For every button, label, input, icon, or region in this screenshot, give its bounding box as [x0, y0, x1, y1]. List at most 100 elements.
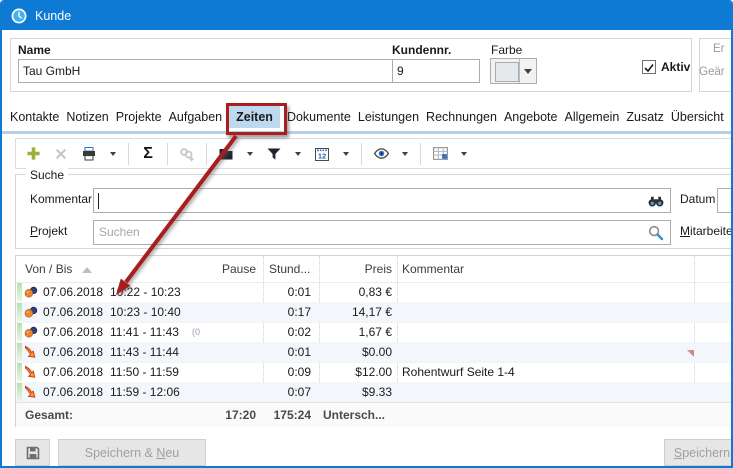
- tab-allgemein[interactable]: Allgemein: [564, 106, 619, 128]
- timer-entry-icon: [24, 285, 38, 299]
- timer-entry-icon: [24, 325, 38, 339]
- kundennr-input[interactable]: [392, 59, 480, 83]
- totals-row: Gesamt: 17:20 175:24 Untersch...: [16, 402, 732, 427]
- add-link-button[interactable]: [178, 145, 196, 163]
- aktiv-label: Aktiv: [661, 60, 690, 74]
- projekt-placeholder: Suchen: [99, 225, 140, 239]
- farbe-label: Farbe: [491, 43, 522, 57]
- timer-entry-icon: [24, 305, 38, 319]
- projekt-search-input[interactable]: Suchen: [93, 220, 671, 245]
- text-caret: [98, 193, 99, 209]
- eye-icon: [373, 145, 390, 162]
- row-status-strip: [17, 323, 22, 341]
- preis-total: Untersch...: [323, 408, 385, 422]
- printer-icon: [81, 146, 97, 162]
- farbe-color-picker[interactable]: [490, 58, 537, 84]
- table-row[interactable]: 07.06.2018 10:23 - 10:40 0:17 14,17 €: [16, 302, 732, 323]
- table-row[interactable]: 07.06.2018 11:59 - 12:06 0:07 $9.33: [16, 382, 732, 403]
- aktiv-checkbox[interactable]: [642, 60, 656, 74]
- kunde-window: Kunde Name Kundennr. Farbe Aktiv Er Geär…: [0, 0, 733, 468]
- grid-layout-dropdown[interactable]: [459, 145, 469, 163]
- row-status-strip: [17, 363, 22, 381]
- pause-total: 17:20: [196, 408, 256, 422]
- meta-line2: Geär: [699, 66, 725, 78]
- tab-bar: Kontakte Notizen Projekte Aufgaben Zeite…: [10, 101, 724, 132]
- mitarbeiter-label: Mitarbeiter: [680, 224, 733, 238]
- tab-notizen[interactable]: Notizen: [66, 106, 108, 128]
- table-row[interactable]: 07.06.2018 11:41 - 11:43 (0 0:02 1,67 €: [16, 322, 732, 343]
- speichern-button[interactable]: Speichern: [664, 439, 733, 466]
- tab-underline: [2, 131, 733, 134]
- table-row[interactable]: 07.06.2018 11:43 - 11:44 0:01 $0.00: [16, 342, 732, 363]
- sigma-icon: Σ: [143, 146, 153, 162]
- filter-dropdown[interactable]: [293, 145, 303, 163]
- binoculars-icon[interactable]: [647, 192, 665, 210]
- window-titlebar[interactable]: Kunde: [2, 2, 731, 30]
- tab-zeiten[interactable]: Zeiten: [229, 106, 280, 128]
- filter-button[interactable]: [265, 145, 283, 163]
- save-icon-button[interactable]: [15, 439, 50, 466]
- kundennr-label: Kundennr.: [392, 43, 451, 57]
- magnifier-icon[interactable]: [647, 224, 665, 242]
- col-von-bis[interactable]: Von / Bis: [25, 262, 92, 276]
- tab-kontakte[interactable]: Kontakte: [10, 106, 59, 128]
- billing-arrow-icon: [24, 345, 38, 359]
- app-clock-icon: [11, 8, 27, 24]
- times-table: Von / Bis Pause Stund... Preis Kommentar…: [15, 255, 733, 427]
- folder-dropdown[interactable]: [245, 145, 255, 163]
- print-dropdown[interactable]: [108, 145, 118, 163]
- farbe-dropdown-arrow[interactable]: [519, 59, 536, 83]
- add-button[interactable]: [24, 145, 42, 163]
- table-row[interactable]: 07.06.2018 11:50 - 11:59 0:09 $12.00 Roh…: [16, 362, 732, 383]
- save-disk-icon: [25, 445, 41, 461]
- row-status-strip: [17, 303, 22, 321]
- tab-angebote[interactable]: Angebote: [504, 106, 558, 128]
- billing-arrow-icon: [24, 365, 38, 379]
- calendar-button[interactable]: 12: [313, 145, 331, 163]
- note-marker: [687, 350, 694, 357]
- kommentar-search-input[interactable]: [93, 188, 671, 213]
- name-label: Name: [18, 43, 51, 57]
- filter-icon: [266, 146, 282, 162]
- datum-input[interactable]: [717, 188, 733, 213]
- color-swatch: [495, 62, 519, 82]
- speichern-neu-button[interactable]: Speichern & Neu: [58, 439, 206, 466]
- stunden-total: 175:24: [251, 408, 311, 422]
- view-button[interactable]: [372, 145, 390, 163]
- table-header: Von / Bis Pause Stund... Preis Kommentar: [16, 256, 732, 283]
- calendar-icon: 12: [314, 146, 330, 162]
- delete-button[interactable]: [52, 145, 70, 163]
- projekt-label: Projekt: [30, 224, 67, 238]
- meta-line1: Er: [713, 43, 725, 55]
- name-input[interactable]: [18, 59, 398, 83]
- sort-asc-icon: [82, 267, 92, 273]
- check-icon: [643, 62, 655, 74]
- row-status-strip: [17, 383, 22, 401]
- tab-zusatz[interactable]: Zusatz: [626, 106, 664, 128]
- tab-dokumente[interactable]: Dokumente: [287, 106, 351, 128]
- view-dropdown[interactable]: [400, 145, 410, 163]
- tab-uebersicht[interactable]: Übersicht: [671, 106, 724, 128]
- tab-projekte[interactable]: Projekte: [116, 106, 162, 128]
- col-kommentar[interactable]: Kommentar: [402, 262, 464, 276]
- sum-button[interactable]: Σ: [139, 145, 157, 163]
- col-stunden[interactable]: Stund...: [269, 262, 310, 276]
- grid-layout-button[interactable]: [431, 145, 449, 163]
- open-folder-button[interactable]: [217, 145, 235, 163]
- calendar-dropdown[interactable]: [341, 145, 351, 163]
- col-preis[interactable]: Preis: [316, 262, 392, 276]
- tab-aufgaben[interactable]: Aufgaben: [169, 106, 223, 128]
- zeiten-toolbar: Σ 12: [15, 138, 733, 169]
- tab-rechnungen[interactable]: Rechnungen: [426, 106, 497, 128]
- grid-icon: [432, 145, 449, 162]
- add-link-icon: [179, 146, 195, 162]
- table-row[interactable]: 07.06.2018 10:22 - 10:23 0:01 0,83 €: [16, 282, 732, 303]
- tab-leistungen[interactable]: Leistungen: [358, 106, 419, 128]
- col-pause[interactable]: Pause: [196, 262, 256, 276]
- window-title: Kunde: [35, 9, 71, 23]
- gesamt-label: Gesamt:: [25, 408, 73, 422]
- folder-icon: [218, 146, 234, 162]
- billing-arrow-icon: [24, 385, 38, 399]
- print-button[interactable]: [80, 145, 98, 163]
- row-status-strip: [17, 283, 22, 301]
